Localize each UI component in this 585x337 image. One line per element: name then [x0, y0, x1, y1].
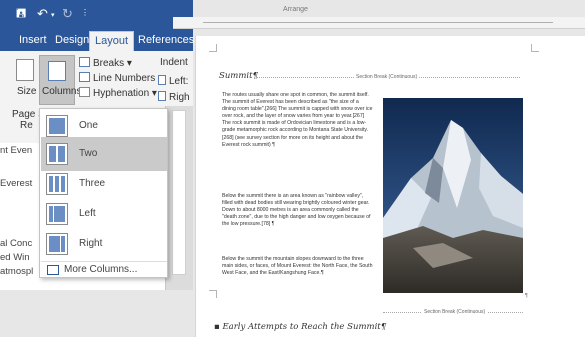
- customize-qat-icon[interactable]: ⋮: [81, 6, 89, 19]
- doc-text-fragment: Everest: [0, 178, 33, 189]
- heading-text: Early Attempts to Reach the Summit¶: [222, 322, 387, 332]
- section-break-marker: Section Break (Continuous): [422, 309, 488, 315]
- columns-option-two[interactable]: Two: [41, 137, 167, 171]
- section-heading-summit: Summit¶: [219, 71, 258, 81]
- size-button[interactable]: [16, 59, 34, 81]
- more-columns-icon: [47, 265, 59, 275]
- tab-layout[interactable]: Layout: [89, 31, 135, 51]
- crop-mark: [209, 290, 217, 298]
- redo-icon[interactable]: ↻: [62, 7, 73, 20]
- one-column-icon: [46, 115, 68, 137]
- line-numbers-icon: [79, 72, 90, 82]
- section-heading-early-attempts: ▪ Early Attempts to Reach the Summit¶: [214, 322, 387, 332]
- crop-mark: [531, 44, 539, 52]
- left-column-icon: [46, 203, 68, 225]
- columns-label: Columns: [42, 86, 82, 97]
- option-label: Left: [79, 208, 96, 219]
- ribbon-tabs: Insert Design Layout References: [0, 27, 194, 51]
- title-bar: 🖪 ↶ ▾ ↻ ⋮: [0, 0, 193, 27]
- three-columns-icon: [46, 173, 68, 195]
- page-setup-label-2: Re: [20, 120, 33, 131]
- line-numbers-label: Line Numbers: [93, 73, 156, 84]
- horizontal-ruler: [173, 17, 585, 29]
- right-column-icon: [46, 233, 68, 255]
- breaks-button[interactable]: Breaks ▾: [79, 57, 132, 69]
- section-break-marker: Section Break (Continuous): [354, 74, 420, 80]
- breaks-icon: [79, 57, 90, 67]
- pilcrow-mark: ¶: [523, 293, 530, 299]
- option-label: Right: [79, 238, 103, 249]
- line-numbers-button[interactable]: Line Numbers ▾: [79, 72, 163, 84]
- tab-insert[interactable]: Insert: [14, 31, 52, 51]
- undo-icon[interactable]: ↶: [37, 7, 48, 20]
- dropdown-arrow-icon[interactable]: ▾: [51, 9, 55, 22]
- save-icon[interactable]: 🖪: [16, 7, 26, 20]
- crop-mark: [209, 44, 217, 52]
- doc-text-fragment: ed Win: [0, 252, 30, 263]
- hyphenation-label: Hyphenation: [93, 88, 150, 99]
- columns-dropdown-menu: One Two Three Left Right More Columns...: [39, 108, 168, 278]
- ruler-line: [203, 22, 553, 23]
- option-label: Three: [79, 178, 106, 189]
- columns-button[interactable]: [39, 55, 75, 105]
- columns-option-right[interactable]: Right: [41, 227, 167, 261]
- doc-text-fragment: atmospl: [0, 266, 34, 277]
- option-label: One: [79, 120, 98, 131]
- tab-design[interactable]: Design: [50, 31, 94, 51]
- columns-option-three[interactable]: Three: [41, 167, 167, 201]
- more-columns-option[interactable]: More Columns...: [41, 261, 167, 277]
- hyphenation-icon: [79, 87, 90, 97]
- columns-option-left[interactable]: Left: [41, 197, 167, 231]
- mountain-image: [383, 98, 523, 293]
- option-label: Two: [79, 148, 98, 159]
- hyphenation-button[interactable]: Hyphenation ▾: [79, 87, 157, 99]
- option-label: More Columns...: [64, 264, 138, 275]
- paragraph-summit-2: Below the summit there is an area known …: [222, 193, 371, 228]
- indent-right-icon: [158, 91, 166, 101]
- paragraph-summit-1: The routes usually share one spot in com…: [222, 92, 373, 148]
- doc-text-fragment: al Conc: [0, 238, 33, 249]
- breaks-label: Breaks: [93, 58, 125, 69]
- two-columns-icon: [46, 143, 68, 165]
- size-label: Size: [17, 86, 37, 97]
- paragraph-summit-3: Below the summit the mountain slopes dow…: [222, 256, 373, 277]
- mount-everest-photo[interactable]: [383, 98, 523, 293]
- doc-text-fragment: nt Even: [0, 145, 33, 156]
- arrange-label: Arrange: [283, 6, 308, 13]
- indent-left-icon: [158, 75, 166, 85]
- columns-icon: [48, 61, 66, 81]
